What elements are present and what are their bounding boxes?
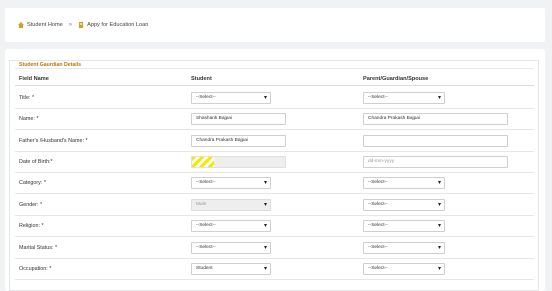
table-row: Title: * --Select-- --Select-- bbox=[15, 88, 534, 109]
breadcrumb-home[interactable]: Student Home bbox=[18, 22, 63, 28]
header-divider bbox=[15, 85, 534, 86]
student-title-select[interactable]: --Select-- bbox=[191, 92, 271, 104]
breadcrumb-separator: » bbox=[68, 22, 73, 28]
breadcrumb-current: Appy for Education Loan bbox=[78, 22, 148, 28]
parent-father-name-input[interactable] bbox=[363, 135, 508, 147]
row-label-name: Name: * bbox=[19, 116, 39, 122]
student-occupation-select[interactable]: Student bbox=[191, 263, 271, 275]
table-row: Gender: * Male --Select-- bbox=[15, 195, 534, 216]
breadcrumb-home-label: Student Home bbox=[27, 22, 63, 28]
table-row: Religion: * --Select-- --Select-- bbox=[15, 216, 534, 237]
table-row: Category: * --Select-- --Select-- bbox=[15, 173, 534, 194]
section-divider bbox=[15, 68, 534, 69]
student-dob-input[interactable] bbox=[191, 156, 286, 168]
row-label-religion: Religion: * bbox=[19, 223, 44, 229]
student-religion-select[interactable]: --Select-- bbox=[191, 220, 271, 232]
table-row: Marital Status: * --Select-- --Select-- bbox=[15, 238, 534, 259]
row-label-occupation: Occupation: * bbox=[19, 266, 52, 272]
table-row: Occupation: * Student --Select-- bbox=[15, 259, 534, 280]
row-label-title: Title: * bbox=[19, 95, 35, 101]
row-label-category: Category: * bbox=[19, 180, 46, 186]
breadcrumb-current-label: Appy for Education Loan bbox=[87, 22, 149, 28]
home-icon bbox=[18, 22, 24, 28]
row-label-marital-status: Marital Status: * bbox=[19, 245, 58, 251]
document-icon bbox=[79, 22, 84, 28]
parent-gender-select[interactable]: --Select-- bbox=[363, 199, 445, 211]
parent-occupation-select[interactable]: --Select-- bbox=[363, 263, 445, 275]
student-marital-status-select[interactable]: --Select-- bbox=[191, 242, 271, 254]
table-row: Father's /Husband's Name: * Chandra Prak… bbox=[15, 131, 534, 152]
student-gender-select[interactable]: Male bbox=[191, 199, 271, 211]
parent-category-select[interactable]: --Select-- bbox=[363, 177, 445, 189]
student-category-select[interactable]: --Select-- bbox=[191, 177, 271, 189]
column-header-parent: Parent/Guardian/Spouse bbox=[363, 76, 429, 82]
parent-dob-input[interactable]: dd-mm-yyyy bbox=[363, 156, 508, 168]
breadcrumb: Student Home » Appy for Education Loan bbox=[5, 8, 545, 42]
column-header-student: Student bbox=[191, 76, 212, 82]
table-row: Name: * Shashank Bajpai Chandra Prakash … bbox=[15, 109, 534, 130]
parent-marital-status-select[interactable]: --Select-- bbox=[363, 242, 445, 254]
student-father-name-input[interactable]: Chandra Prakash Bajpai bbox=[191, 135, 286, 147]
row-label-dob: Date of Birth:* bbox=[19, 159, 53, 165]
row-label-gender: Gender: * bbox=[19, 202, 43, 208]
parent-title-select[interactable]: --Select-- bbox=[363, 92, 445, 104]
column-header-field: Field Name bbox=[19, 76, 49, 82]
parent-name-input[interactable]: Chandra Prakash Bajpai bbox=[363, 113, 508, 125]
parent-religion-select[interactable]: --Select-- bbox=[363, 220, 445, 232]
row-label-father-name: Father's /Husband's Name: * bbox=[19, 138, 88, 144]
student-name-input[interactable]: Shashank Bajpai bbox=[191, 113, 286, 125]
table-row: Date of Birth:* dd-mm-yyyy bbox=[15, 152, 534, 173]
